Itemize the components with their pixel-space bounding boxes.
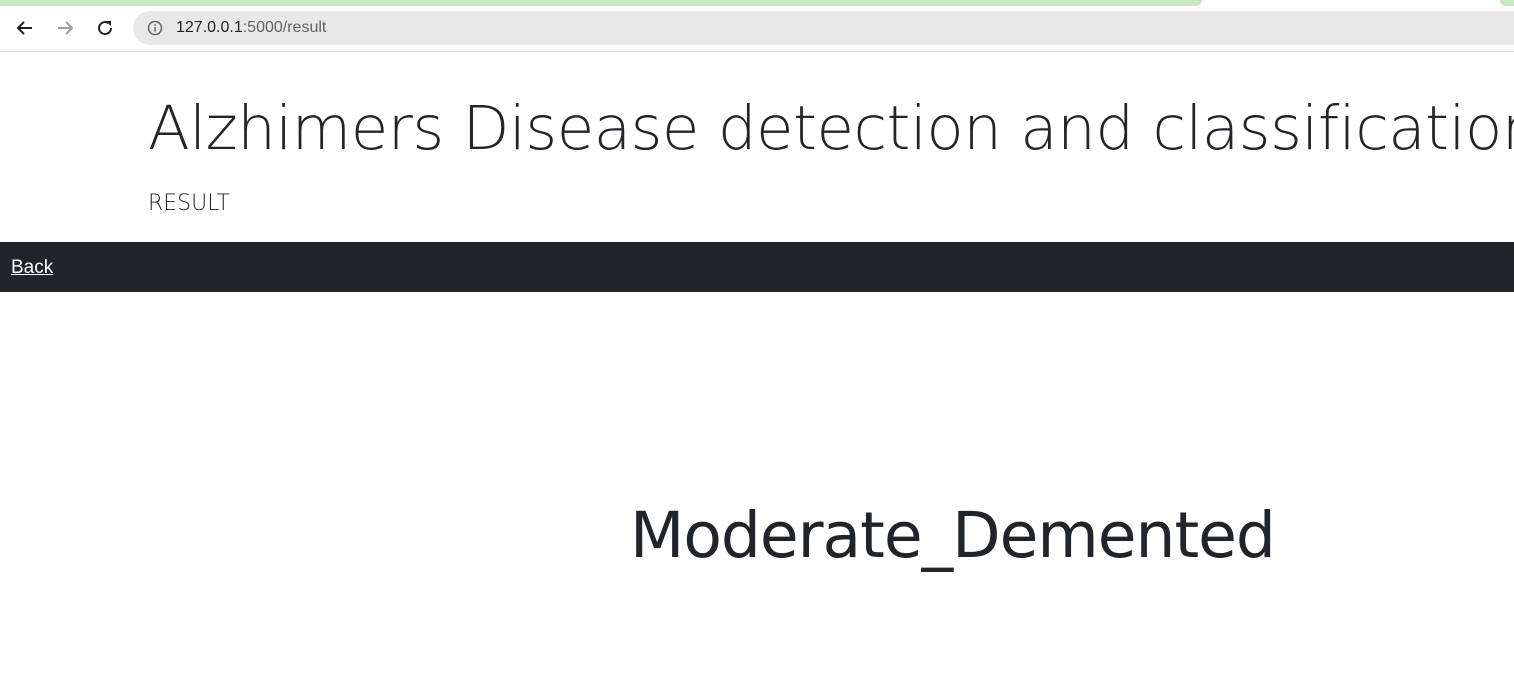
result-label: Moderate_Demented — [630, 499, 1276, 572]
page-subtitle: RESULT — [148, 191, 230, 216]
page-title: Alzhimers Disease detection and classifi… — [148, 93, 1514, 164]
url-path: :5000/result — [242, 19, 327, 36]
arrow-right-icon — [55, 18, 75, 38]
browser-forward-button[interactable] — [52, 15, 78, 41]
arrow-left-icon — [15, 18, 35, 38]
page-header: Alzhimers Disease detection and classifi… — [0, 52, 1514, 242]
navbar: Back — [0, 242, 1514, 292]
browser-back-button[interactable] — [12, 15, 38, 41]
active-tab-indicator — [0, 0, 1202, 6]
back-link[interactable]: Back — [11, 257, 53, 279]
address-bar[interactable]: 127.0.0.1:5000/result — [133, 11, 1514, 45]
browser-reload-button[interactable] — [92, 15, 118, 41]
reload-icon — [95, 18, 115, 38]
url-host: 127.0.0.1 — [176, 19, 243, 36]
info-icon[interactable] — [147, 20, 163, 36]
browser-toolbar: 127.0.0.1:5000/result — [0, 0, 1514, 52]
tab-indicator-right — [1500, 0, 1514, 6]
